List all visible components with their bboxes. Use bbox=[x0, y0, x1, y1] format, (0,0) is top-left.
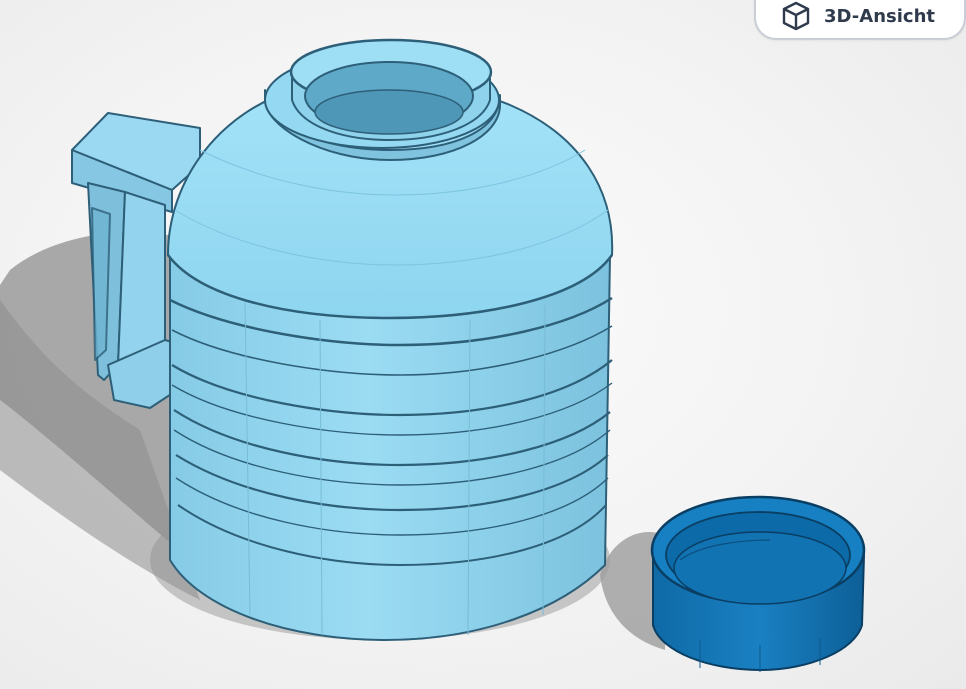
workplane-viewport[interactable]: 3D-Ansicht bbox=[0, 0, 966, 689]
view-toggle-label: 3D-Ansicht bbox=[824, 5, 935, 27]
3d-view-toggle-button[interactable]: 3D-Ansicht bbox=[754, 0, 966, 40]
cube-icon bbox=[780, 0, 812, 32]
3d-scene[interactable] bbox=[0, 0, 966, 689]
cap bbox=[650, 495, 866, 672]
